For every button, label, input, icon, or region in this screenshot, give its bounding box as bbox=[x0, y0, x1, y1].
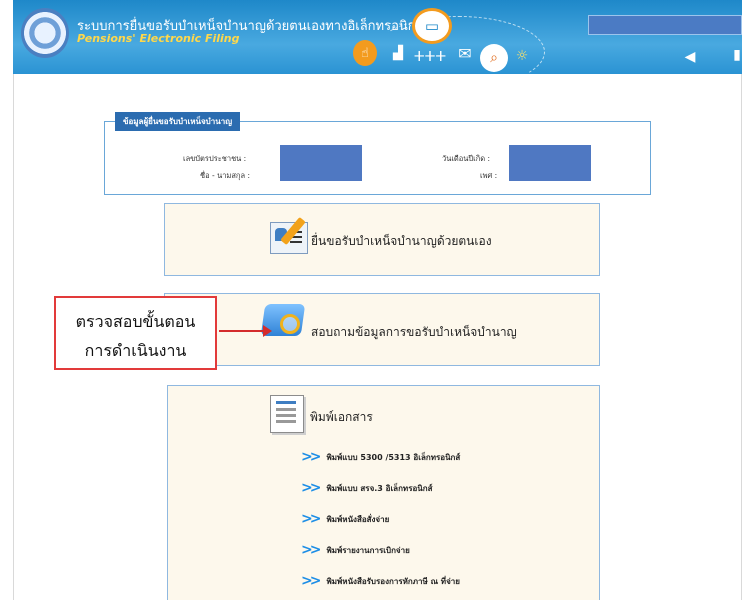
info-legend: ข้อมูลผู้ยื่นขอรับบำเหน็จบำนาญ bbox=[115, 112, 241, 131]
chart-icon[interactable]: ▟ bbox=[387, 44, 409, 62]
file-pension-label[interactable]: ยื่นขอรับบำเหน็จบำนาญด้วยตนเอง bbox=[311, 232, 492, 251]
app-subtitle: Pensions' Electronic Filing bbox=[77, 32, 240, 45]
print-item-disbursement-report[interactable]: >> พิมพ์รายงานการเบิกจ่าย bbox=[301, 542, 410, 558]
callout-line-1: ตรวจสอบขั้นตอน bbox=[75, 312, 196, 331]
people-icon[interactable]: ⵜⵜⵜ bbox=[414, 47, 446, 67]
print-item-5300[interactable]: >> พิมพ์แบบ 5300 /5313 อิเล็กทรอนิกส์ bbox=[301, 449, 460, 465]
print-item-label[interactable]: พิมพ์หนังสือสั่งจ่าย bbox=[326, 513, 389, 526]
print-item-tax-certificate[interactable]: >> พิมพ์หนังสือรับรองการหักภาษี ณ ที่จ่า… bbox=[301, 573, 460, 589]
lightbulb-icon[interactable]: ☼ bbox=[512, 46, 532, 66]
chevron-right-icon: >> bbox=[301, 480, 322, 496]
id-label: เลขบัตรประชาชน : bbox=[183, 154, 247, 163]
print-item-label[interactable]: พิมพ์แบบ 5300 /5313 อิเล็กทรอนิกส์ bbox=[326, 451, 460, 464]
search-icon[interactable]: ⌕ bbox=[480, 44, 508, 72]
name-label: ชื่อ - นามสกุล : bbox=[200, 171, 250, 180]
phone-icon[interactable]: ▮ bbox=[731, 45, 743, 65]
document-icon bbox=[270, 395, 304, 433]
chevron-right-icon: >> bbox=[301, 511, 322, 527]
print-title: พิมพ์เอกสาร bbox=[310, 410, 373, 424]
user-info-box bbox=[588, 15, 742, 35]
dob-gender-value-redacted bbox=[509, 145, 591, 181]
id-name-value-redacted bbox=[280, 145, 362, 181]
app-header: ระบบการยื่นขอรับบำเหน็จบำนาญด้วยตนเองทาง… bbox=[13, 0, 743, 88]
print-item-srj3[interactable]: >> พิมพ์แบบ สรจ.3 อิเล็กทรอนิกส์ bbox=[301, 480, 433, 496]
chevron-right-icon: >> bbox=[301, 449, 322, 465]
monitor-icon[interactable]: ▭ bbox=[412, 8, 452, 44]
gender-label: เพศ : bbox=[480, 171, 498, 180]
print-item-label[interactable]: พิมพ์หนังสือรับรองการหักภาษี ณ ที่จ่าย bbox=[326, 575, 459, 588]
callout-arrow bbox=[219, 325, 272, 337]
process-check-callout: ตรวจสอบขั้นตอน การดำเนินงาน bbox=[54, 296, 217, 370]
chevron-right-icon: >> bbox=[301, 573, 322, 589]
hand-icon[interactable]: ☝ bbox=[353, 40, 377, 66]
chevron-right-icon: >> bbox=[301, 542, 322, 558]
applicant-info-panel: ข้อมูลผู้ยื่นขอรับบำเหน็จบำนาญ เลขบัตรปร… bbox=[104, 112, 651, 195]
print-item-label[interactable]: พิมพ์แบบ สรจ.3 อิเล็กทรอนิกส์ bbox=[326, 482, 432, 495]
callout-line-2: การดำเนินงาน bbox=[84, 341, 187, 360]
file-pension-card[interactable]: ยื่นขอรับบำเหน็จบำนาญด้วยตนเอง bbox=[164, 203, 600, 276]
magnifier-icon bbox=[280, 314, 300, 334]
mail-icon[interactable]: ✉ bbox=[452, 43, 478, 63]
inquiry-label[interactable]: สอบถามข้อมูลการขอรับบำเหน็จบำนาญ bbox=[311, 323, 517, 342]
dob-label: วันเดือนปีเกิด : bbox=[442, 154, 491, 163]
speaker-icon[interactable]: ◀ bbox=[680, 47, 700, 67]
print-item-label[interactable]: พิมพ์รายงานการเบิกจ่าย bbox=[326, 544, 409, 557]
emblem-logo-icon bbox=[21, 8, 69, 58]
print-item-payment-order[interactable]: >> พิมพ์หนังสือสั่งจ่าย bbox=[301, 511, 389, 527]
